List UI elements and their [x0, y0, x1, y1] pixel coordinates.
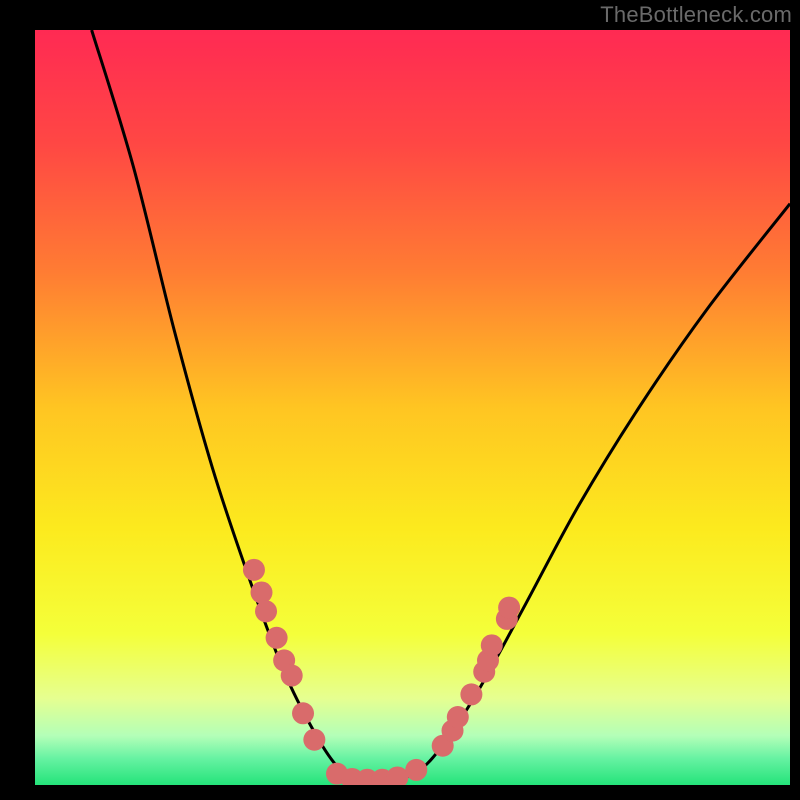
highlight-dot — [266, 627, 288, 649]
highlight-dot — [481, 634, 503, 656]
highlight-dot — [386, 766, 408, 788]
highlight-dot — [447, 706, 469, 728]
watermark-text: TheBottleneck.com — [600, 2, 792, 28]
highlight-dot — [405, 759, 427, 781]
highlight-dot — [251, 581, 273, 603]
plot-background-gradient — [35, 30, 790, 785]
highlight-dot — [460, 683, 482, 705]
highlight-dot — [255, 600, 277, 622]
highlight-dot — [292, 702, 314, 724]
highlight-dot — [243, 559, 265, 581]
chart-frame: { "watermark": "TheBottleneck.com", "col… — [0, 0, 800, 800]
bottleneck-chart — [0, 0, 800, 800]
highlight-dot — [303, 729, 325, 751]
highlight-dot — [498, 597, 520, 619]
highlight-dot — [281, 665, 303, 687]
